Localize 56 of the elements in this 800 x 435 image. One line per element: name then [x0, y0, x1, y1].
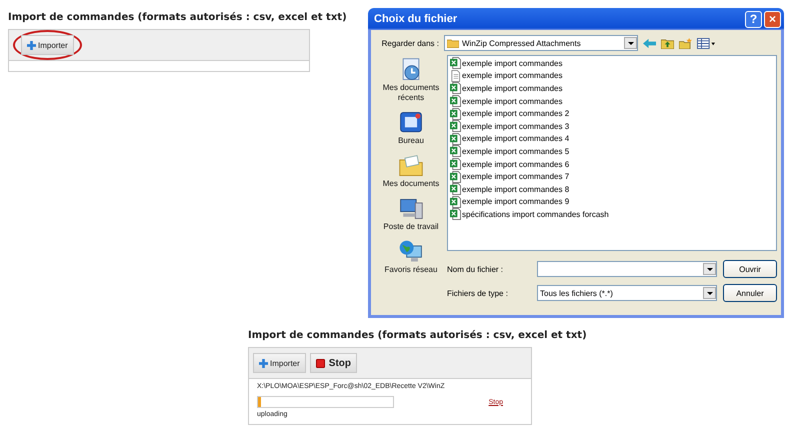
stop-icon	[316, 358, 325, 368]
filename-label: Nom du fichier :	[447, 264, 504, 274]
spreadsheet-icon	[450, 145, 461, 158]
file-item[interactable]: exemple import commandes	[450, 94, 774, 108]
places-item[interactable]: Mes documents	[375, 153, 447, 189]
close-button[interactable]: ×	[764, 10, 781, 28]
up-folder-icon[interactable]	[661, 38, 674, 48]
file-item[interactable]: exemple import commandes 8	[450, 182, 774, 196]
file-item[interactable]: exemple import commandes	[450, 70, 774, 82]
plus-icon	[259, 358, 268, 368]
spreadsheet-icon	[450, 120, 461, 132]
file-item[interactable]: exemple import commandes 6	[450, 158, 774, 170]
places-item[interactable]: Bureau	[375, 110, 447, 146]
panel-title: Import de commandes (formats autorisés : csv, excel et txt)	[248, 330, 588, 341]
view-menu-icon[interactable]	[697, 38, 715, 48]
places-item[interactable]: Mes documents récents	[375, 57, 447, 103]
back-arrow-icon[interactable]	[643, 38, 656, 48]
file-item[interactable]: exemple import commandes 9	[450, 196, 774, 208]
look-in-dropdown[interactable]: WinZip Compressed Attachments	[444, 35, 638, 51]
spreadsheet-icon	[450, 158, 461, 170]
file-item[interactable]: exemple import commandes 5	[450, 145, 774, 158]
file-item[interactable]: exemple import commandes	[450, 57, 774, 70]
open-button[interactable]: Ouvrir	[723, 260, 777, 278]
filename-field[interactable]	[537, 261, 717, 277]
spreadsheet-icon	[450, 108, 461, 120]
file-item[interactable]: exemple import commandes 4	[450, 132, 774, 146]
file-item[interactable]: exemple import commandes 3	[450, 120, 774, 133]
file-item[interactable]: exemple import commandes 2	[450, 107, 774, 120]
panel-title: Import de commandes (formats autorisés : csv, excel et txt)	[8, 12, 348, 23]
plus-icon	[27, 40, 36, 50]
look-in-label: Regarder dans :	[380, 38, 439, 48]
dialog-title: Choix du fichier	[374, 13, 458, 25]
spreadsheet-icon	[450, 132, 461, 145]
file-item[interactable]: exemple import commandes 7	[450, 170, 774, 183]
file-type-dropdown[interactable]: Tous les fichiers (*.*)	[537, 285, 717, 301]
cancel-button[interactable]: Annuler	[723, 284, 777, 302]
folder-icon	[447, 38, 459, 48]
computer-icon	[398, 196, 424, 222]
file-item[interactable]: spécifications import commandes forcash	[450, 208, 774, 221]
folder-icon	[398, 153, 424, 179]
text-file-icon	[450, 70, 461, 82]
spreadsheet-icon	[450, 82, 461, 94]
spreadsheet-icon	[450, 95, 461, 108]
help-button[interactable]: ?	[745, 10, 762, 28]
spreadsheet-icon	[450, 196, 461, 208]
stop-button[interactable]: Stop	[310, 353, 358, 373]
file-type-label: Fichiers de type :	[447, 288, 509, 298]
import-button[interactable]: Importer	[21, 35, 74, 55]
spreadsheet-icon	[450, 183, 461, 196]
places-item[interactable]: Favoris réseau	[375, 239, 447, 275]
spreadsheet-icon	[450, 208, 461, 220]
places-item[interactable]: Poste de travail	[375, 196, 447, 232]
new-folder-icon[interactable]	[679, 38, 692, 48]
import-button[interactable]: Importer	[253, 353, 306, 373]
file-item[interactable]: exemple import commandes	[450, 82, 774, 95]
spreadsheet-icon	[450, 170, 461, 183]
